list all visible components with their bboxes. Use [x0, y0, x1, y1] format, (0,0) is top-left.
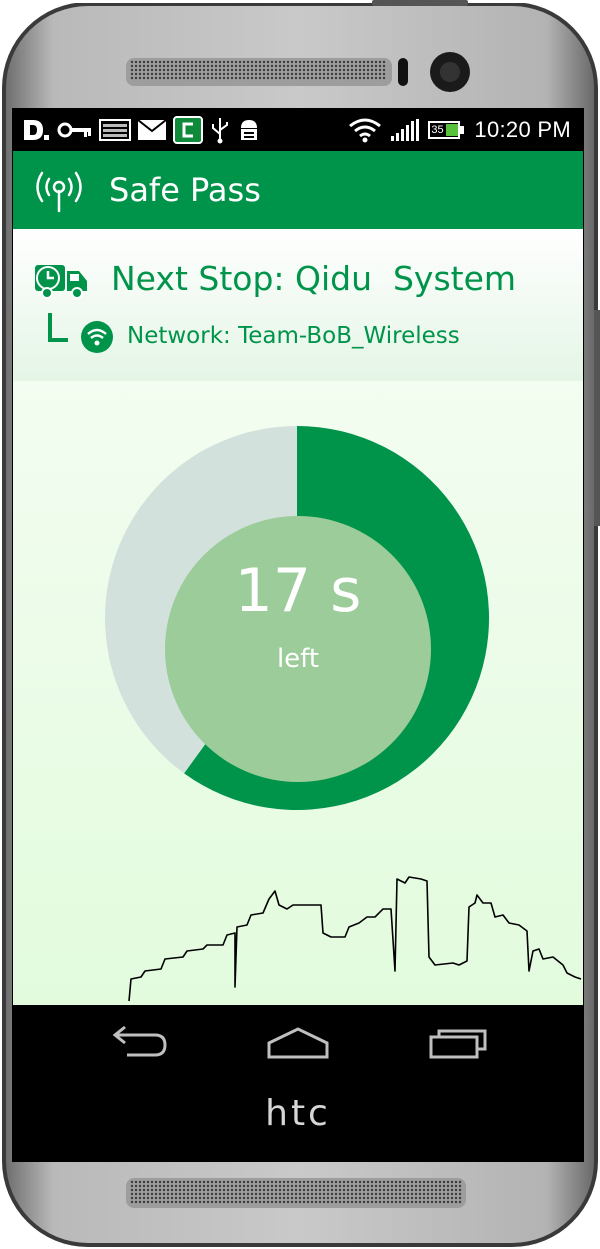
- usb-icon: [212, 118, 228, 144]
- mail-icon: [137, 119, 167, 140]
- wifi-network-icon: [81, 321, 113, 353]
- timer-area: 17 s left: [13, 381, 583, 1005]
- battery-level: 35: [431, 124, 444, 136]
- next-stop-panel: Next Stop: Qidu System Network: Team-BoB…: [13, 229, 583, 381]
- device-brand-area: htc: [13, 1079, 583, 1161]
- top-speaker-grille: [126, 58, 392, 86]
- battery-icon: 35: [428, 119, 466, 141]
- app-title: Safe Pass: [109, 171, 261, 209]
- screen: 35 10:20 PM Safe Pass Next Stop: Qidu Sy…: [13, 109, 583, 1005]
- home-icon[interactable]: [263, 1021, 333, 1063]
- nav-bar: [13, 1005, 583, 1079]
- image-icon: [99, 119, 131, 141]
- status-bar: 35 10:20 PM: [13, 109, 583, 151]
- tree-connector-icon: [48, 313, 68, 342]
- back-icon[interactable]: [103, 1021, 173, 1063]
- city-skyline-illustration: [128, 876, 582, 1002]
- signal-icon: [391, 119, 420, 141]
- countdown-label: left: [276, 644, 320, 674]
- delivery-truck-icon: [35, 265, 87, 299]
- status-time: 10:20 PM: [474, 117, 571, 142]
- key-icon: [57, 122, 91, 138]
- recents-icon[interactable]: [425, 1021, 495, 1063]
- carrier-d-icon: [24, 120, 49, 140]
- next-stop-title: Next Stop: Qidu System: [111, 259, 517, 298]
- app-c-icon: [173, 116, 203, 144]
- countdown-value: 17 s: [234, 556, 362, 626]
- network-name: Network: Team-BoB_Wireless: [127, 323, 460, 349]
- wifi-icon: [349, 118, 382, 143]
- device-brand: htc: [265, 1093, 331, 1134]
- bottom-speaker-grille: [126, 1178, 466, 1208]
- radio-tower-icon: [36, 171, 82, 213]
- gauge-center: 17 s left: [165, 516, 431, 782]
- android-debug-icon: [241, 120, 257, 140]
- app-bar: Safe Pass: [13, 151, 583, 229]
